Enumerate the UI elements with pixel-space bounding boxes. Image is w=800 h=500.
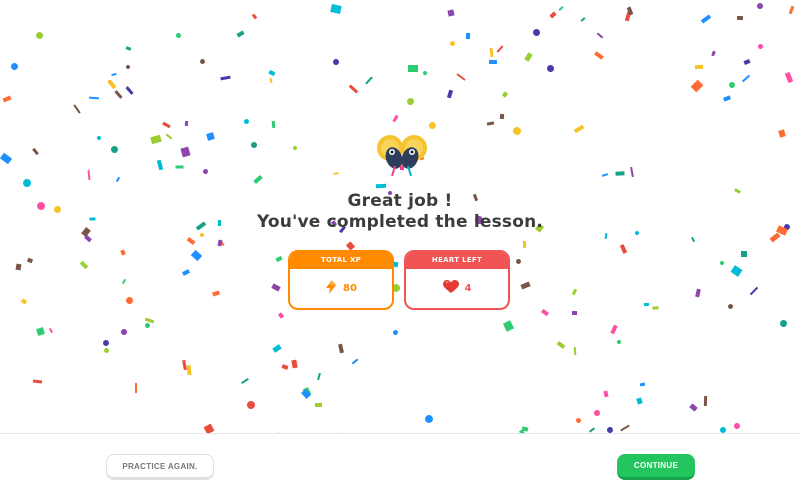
celebrating-mascots-icon bbox=[370, 130, 434, 180]
practice-again-button[interactable]: PRACTICE AGAIN. bbox=[106, 454, 214, 480]
hearts-left-label: HEART LEFT bbox=[406, 252, 508, 269]
footer-bar: PRACTICE AGAIN. CONTINUE bbox=[0, 433, 800, 500]
lesson-complete-screen: Great job ! You've completed the lesson.… bbox=[0, 0, 800, 433]
total-xp-value: 80 bbox=[343, 283, 357, 294]
headline-great-job: Great job ! bbox=[347, 191, 453, 211]
total-xp-label: TOTAL XP bbox=[290, 252, 392, 269]
hearts-left-card: HEART LEFT 4 bbox=[404, 250, 510, 310]
total-xp-card: TOTAL XP 80 bbox=[288, 250, 394, 310]
continue-button[interactable]: CONTINUE bbox=[617, 454, 695, 480]
headline-completed: You've completed the lesson. bbox=[256, 212, 544, 232]
heart-icon bbox=[442, 280, 459, 297]
hearts-left-value: 4 bbox=[464, 283, 472, 294]
lightning-icon bbox=[325, 280, 337, 297]
